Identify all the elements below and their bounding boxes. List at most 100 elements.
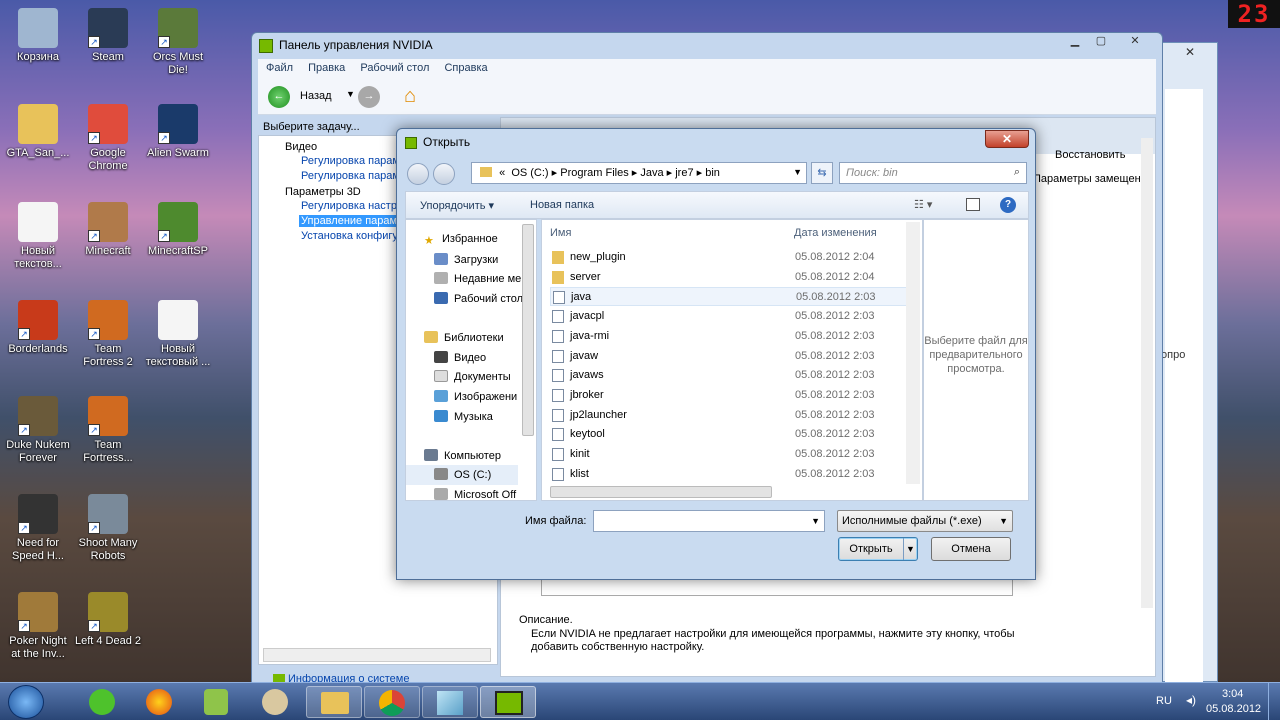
preview-pane-icon[interactable] [966, 198, 980, 211]
close-button[interactable]: ✕ [1114, 33, 1156, 51]
nav-computer[interactable]: Компьютер [424, 449, 501, 462]
horizontal-scrollbar[interactable] [263, 648, 491, 662]
file-row[interactable]: keytool 05.08.2012 2:03 [550, 425, 910, 444]
back-nav-button[interactable] [407, 163, 429, 185]
desktop-shortcut[interactable]: ↗ Alien Swarm [144, 104, 212, 160]
close-icon[interactable]: ✕ [1185, 45, 1195, 59]
open-file-dialog[interactable]: Открыть ✕ « OS (C:) ▸ Program Files ▸ Ja… [396, 128, 1036, 580]
start-button[interactable] [8, 685, 44, 719]
nav-recent[interactable]: Недавние ме [434, 272, 521, 285]
vertical-scrollbar[interactable] [1141, 138, 1153, 608]
file-row[interactable]: java 05.08.2012 2:03 [550, 287, 910, 307]
show-desktop-button[interactable] [1268, 683, 1280, 720]
clock-time[interactable]: 3:04 [1222, 688, 1243, 700]
file-row[interactable]: javaws 05.08.2012 2:03 [550, 366, 910, 385]
file-row[interactable]: jp2launcher 05.08.2012 2:03 [550, 406, 910, 425]
back-arrow-icon[interactable]: ← [268, 86, 290, 108]
desktop-shortcut[interactable]: ↗ Left 4 Dead 2 [74, 592, 142, 648]
maximize-button[interactable]: ▢ [1088, 33, 1114, 51]
tree-video[interactable]: Видео [285, 141, 317, 153]
nav-desktop[interactable]: Рабочий стол [434, 292, 523, 305]
dialog-close-button[interactable]: ✕ [985, 130, 1029, 148]
nav-video[interactable]: Видео [434, 351, 486, 364]
breadcrumb-os[interactable]: OS (C:) [511, 167, 548, 179]
file-vertical-scrollbar[interactable] [906, 222, 920, 484]
filetype-select[interactable]: Исполнимые файлы (*.exe) ▼ [837, 510, 1013, 532]
filename-input[interactable]: ▼ [593, 510, 825, 532]
desktop-shortcut[interactable]: ↗ Duke Nukem Forever [4, 396, 72, 465]
desktop-shortcut[interactable]: ↗ Team Fortress 2 [74, 300, 142, 369]
file-row[interactable]: jbroker 05.08.2012 2:03 [550, 386, 910, 405]
menu-edit[interactable]: Правка [308, 62, 345, 74]
taskbar-icq[interactable] [74, 686, 130, 718]
desktop-shortcut[interactable]: ↗ Google Chrome [74, 104, 142, 173]
menu-help[interactable]: Справка [444, 62, 487, 74]
nav-images[interactable]: Изображени [434, 390, 517, 403]
file-row[interactable]: klist 05.08.2012 2:03 [550, 465, 910, 484]
minimize-button[interactable]: ▁ [1062, 33, 1088, 51]
filename-dropdown-icon[interactable]: ▼ [811, 516, 820, 526]
open-button[interactable]: Открыть ▼ [838, 537, 918, 561]
taskbar-firefox[interactable] [132, 686, 188, 718]
desktop-shortcut[interactable]: ↗ Shoot Many Robots [74, 494, 142, 563]
breadcrumb-jre7[interactable]: jre7 [675, 167, 693, 179]
taskbar-chrome[interactable] [364, 686, 420, 718]
nav-favorites[interactable]: ★ Избранное [424, 233, 498, 247]
breadcrumb-program-files[interactable]: Program Files [560, 167, 628, 179]
restore-button[interactable]: Восстановить [1055, 149, 1125, 161]
desktop-shortcut[interactable]: ↗ Team Fortress... [74, 396, 142, 465]
help-icon[interactable]: ? [1000, 197, 1016, 213]
taskbar-app3[interactable] [190, 686, 246, 718]
refresh-button[interactable]: ⇆ [811, 162, 833, 184]
clock-date[interactable]: 05.08.2012 [1206, 703, 1261, 715]
taskbar-explorer[interactable] [306, 686, 362, 718]
taskbar-nvidia[interactable] [480, 686, 536, 718]
nav-scrollbar[interactable] [522, 224, 534, 436]
column-name[interactable]: Имя [550, 227, 571, 239]
desktop-shortcut[interactable]: Новый текстов... [4, 202, 72, 271]
tree-params3d[interactable]: Параметры 3D [285, 186, 361, 198]
nav-music[interactable]: Музыка [434, 410, 493, 423]
breadcrumb-bin[interactable]: bin [705, 167, 720, 179]
new-folder-button[interactable]: Новая папка [530, 199, 594, 211]
search-input[interactable]: Поиск: bin ⌕ [839, 162, 1027, 184]
file-row[interactable]: server 05.08.2012 2:04 [550, 268, 910, 287]
nav-office[interactable]: Microsoft Off [434, 488, 516, 500]
volume-icon[interactable]: ◂) [1186, 693, 1196, 707]
nav-documents[interactable]: Документы [434, 370, 511, 383]
menu-desktop[interactable]: Рабочий стол [360, 62, 429, 74]
file-horizontal-scrollbar[interactable] [550, 486, 772, 498]
organize-button[interactable]: Упорядочить ▾ [420, 199, 494, 212]
home-icon[interactable]: ⌂ [404, 85, 426, 107]
address-dropdown-icon[interactable]: ▼ [793, 167, 802, 177]
view-options-icon[interactable]: ☷ ▾ [914, 198, 932, 211]
desktop-shortcut[interactable]: ↗ MinecraftSP [144, 202, 212, 258]
desktop-shortcut[interactable]: ↗ Minecraft [74, 202, 142, 258]
address-bar[interactable]: « OS (C:) ▸ Program Files ▸ Java ▸ jre7 … [471, 162, 807, 184]
breadcrumb-java[interactable]: Java [640, 167, 663, 179]
desktop-shortcut[interactable]: ↗ Need for Speed H... [4, 494, 72, 563]
taskbar-app7[interactable] [422, 686, 478, 718]
desktop-shortcut[interactable]: Новый текстовый ... [144, 300, 212, 369]
column-date[interactable]: Дата изменения [794, 227, 877, 239]
desktop-shortcut[interactable]: ↗ Poker Night at the Inv... [4, 592, 72, 661]
language-indicator[interactable]: RU [1156, 695, 1172, 707]
desktop-shortcut[interactable]: GTA_San_... [4, 104, 72, 160]
file-row[interactable]: new_plugin 05.08.2012 2:04 [550, 248, 910, 267]
nav-libraries[interactable]: Библиотеки [424, 331, 504, 344]
menu-file[interactable]: Файл [266, 62, 293, 74]
forward-nav-button[interactable] [433, 163, 455, 185]
file-row[interactable]: java-rmi 05.08.2012 2:03 [550, 327, 910, 346]
back-dropdown-icon[interactable]: ▼ [346, 89, 355, 99]
desktop-shortcut[interactable]: Корзина [4, 8, 72, 64]
cancel-button[interactable]: Отмена [931, 537, 1011, 561]
forward-arrow-icon[interactable]: → [358, 86, 380, 108]
file-row[interactable]: kinit 05.08.2012 2:03 [550, 445, 910, 464]
background-window[interactable]: ✕ опро [1160, 42, 1218, 683]
file-row[interactable]: javaw 05.08.2012 2:03 [550, 347, 910, 366]
back-button[interactable]: Назад [300, 90, 332, 102]
desktop-shortcut[interactable]: ↗ Steam [74, 8, 142, 64]
nav-os-drive[interactable]: OS (C:) [406, 465, 518, 485]
nav-downloads[interactable]: Загрузки [434, 253, 498, 266]
taskbar-paint[interactable] [248, 686, 304, 718]
